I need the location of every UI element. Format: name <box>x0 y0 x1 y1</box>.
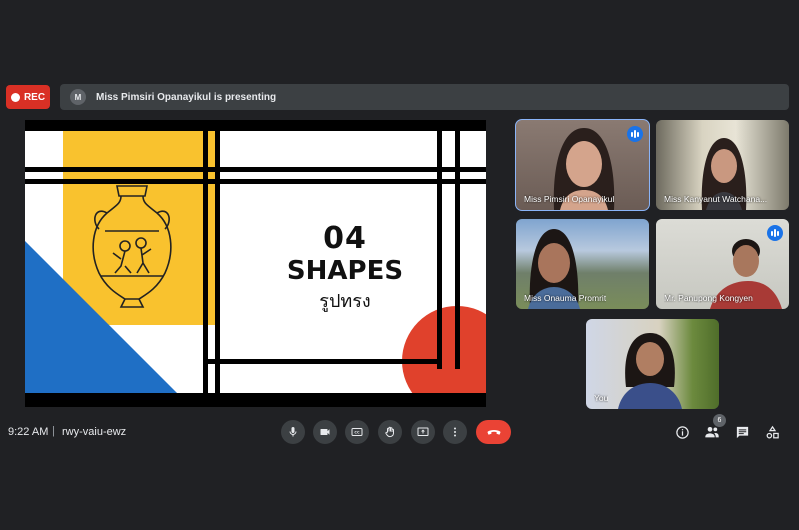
clock: 9:22 AM <box>8 426 49 438</box>
participant-video <box>618 333 682 409</box>
red-circle <box>402 306 486 393</box>
participant-tile[interactable]: Miss Onauma Promrit <box>516 219 649 309</box>
speaking-indicator-icon <box>627 126 643 142</box>
presenting-banner: M Miss Pimsiri Opanayikul is presenting <box>60 84 789 110</box>
chat-button[interactable] <box>732 422 752 442</box>
camera-icon <box>320 429 330 435</box>
speaking-indicator-icon <box>767 225 783 241</box>
raise-hand-button[interactable] <box>378 420 402 444</box>
slide-canvas: 04 SHAPES รูปทรง <box>25 131 486 393</box>
activities-icon <box>766 425 779 438</box>
participant-name: Miss Pimsiri Opanayikul <box>524 194 615 204</box>
frame-line <box>215 131 220 393</box>
camera-button[interactable] <box>313 420 337 444</box>
participant-name: You <box>594 393 609 403</box>
frame-line <box>455 131 460 369</box>
slide-number: 04 <box>323 221 367 256</box>
frame-line <box>203 359 438 364</box>
record-dot-icon <box>10 92 20 102</box>
more-options-icon <box>454 427 456 437</box>
svg-text:CC: CC <box>354 431 360 435</box>
recording-badge[interactable]: REC <box>6 85 50 109</box>
rec-label: REC <box>23 91 46 103</box>
greek-vase-icon <box>92 185 172 308</box>
participant-name: Miss Kanyanut Watchana... <box>664 194 768 204</box>
info-icon <box>675 425 689 439</box>
participant-name: Mr. Panupong Kongyen <box>664 293 753 303</box>
frame-line <box>203 131 208 393</box>
captions-button[interactable]: CC <box>345 420 369 444</box>
presenting-text: Miss Pimsiri Opanayikul is presenting <box>96 91 277 103</box>
participant-tile-self[interactable]: You <box>586 319 719 409</box>
activities-button[interactable] <box>762 422 782 442</box>
participant-name: Miss Onauma Promrit <box>524 293 607 303</box>
presentation-screen[interactable]: 04 SHAPES รูปทรง <box>25 120 486 407</box>
presenter-avatar: M <box>70 89 86 105</box>
participant-tile[interactable]: Miss Kanyanut Watchana... <box>656 120 789 210</box>
slide-subtitle: รูปทรง <box>319 291 371 312</box>
people-count-badge: 6 <box>713 414 726 427</box>
meeting-code: rwy-vaiu-ewz <box>62 426 127 438</box>
more-options-button[interactable] <box>443 420 467 444</box>
meeting-info-button[interactable] <box>672 422 692 442</box>
participant-tile[interactable]: Mr. Panupong Kongyen <box>656 219 789 309</box>
frame-line <box>437 131 442 369</box>
end-call-icon <box>487 430 500 435</box>
captions-icon: CC <box>351 428 363 436</box>
slide-title: SHAPES <box>286 256 404 286</box>
participant-tile[interactable]: Miss Pimsiri Opanayikul <box>515 119 650 211</box>
separator: | <box>52 425 55 437</box>
mic-button[interactable] <box>281 420 305 444</box>
mic-icon <box>289 427 297 437</box>
raise-hand-icon <box>385 426 395 438</box>
present-icon <box>417 427 429 436</box>
end-call-button[interactable] <box>476 420 511 444</box>
present-button[interactable] <box>411 420 435 444</box>
frame-line <box>25 167 486 172</box>
chat-icon <box>736 426 748 438</box>
top-bar: REC M Miss Pimsiri Opanayikul is present… <box>0 84 799 112</box>
